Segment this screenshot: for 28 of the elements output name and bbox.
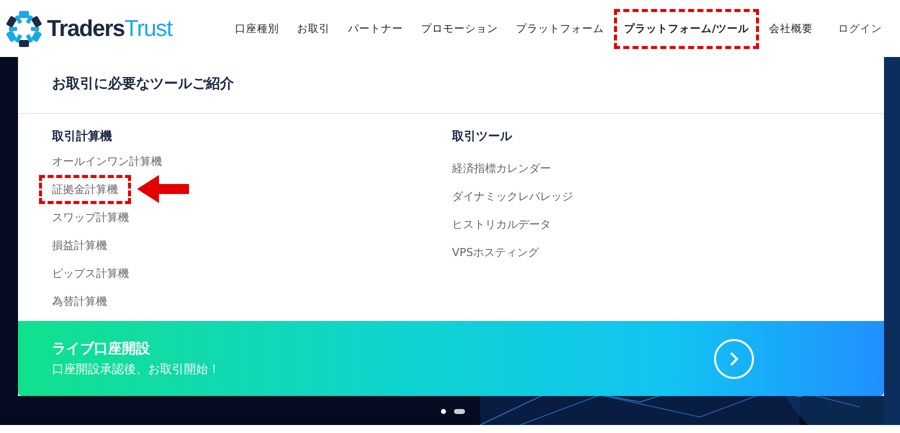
column-heading: 取引計算機 (52, 129, 112, 143)
menu-link[interactable]: 証拠金計算機 (39, 174, 131, 204)
chevron-icon (727, 350, 741, 366)
nav-link[interactable]: 口座種別 (227, 8, 287, 48)
nav-link[interactable]: プラットフォーム (508, 8, 612, 48)
nav-link[interactable]: プロモーション (413, 8, 506, 48)
nav-link[interactable]: 会社概要 (760, 8, 821, 48)
menu-link[interactable]: 損益計算機 (49, 230, 110, 260)
logo-icon (4, 8, 44, 48)
menu-link[interactable]: ヒストリカルデータ (449, 210, 554, 238)
carousel-dot[interactable] (441, 409, 446, 414)
login-link[interactable]: ログイン (838, 22, 882, 36)
nav-link[interactable]: パートナー (340, 8, 411, 48)
arrow-icon (137, 175, 189, 203)
logo-text[interactable]: TradersTrust (47, 15, 172, 42)
banner-subtitle: 口座開設承認後、お取引開始！ (52, 360, 220, 378)
menu-link[interactable]: ピップス計算機 (49, 258, 132, 288)
column-heading: 取引ツール (452, 129, 512, 143)
menu-link[interactable]: オールインワン計算機 (49, 146, 165, 176)
menu-title: お取引に必要なツールご紹介 (18, 57, 884, 114)
menu-link[interactable]: 為替計算機 (49, 286, 110, 316)
menu-link[interactable]: 経済指標カレンダー (449, 154, 554, 182)
nav-link[interactable]: プラットフォーム/ツール (614, 8, 759, 48)
menu-link[interactable]: VPSホスティング (449, 238, 542, 266)
banner-title: ライブ口座開設 (52, 340, 151, 358)
menu-link[interactable]: ダイナミックレバレッジ (449, 182, 576, 210)
nav-link[interactable]: お取引 (289, 8, 338, 48)
menu-link[interactable]: スワップ計算機 (49, 202, 132, 232)
